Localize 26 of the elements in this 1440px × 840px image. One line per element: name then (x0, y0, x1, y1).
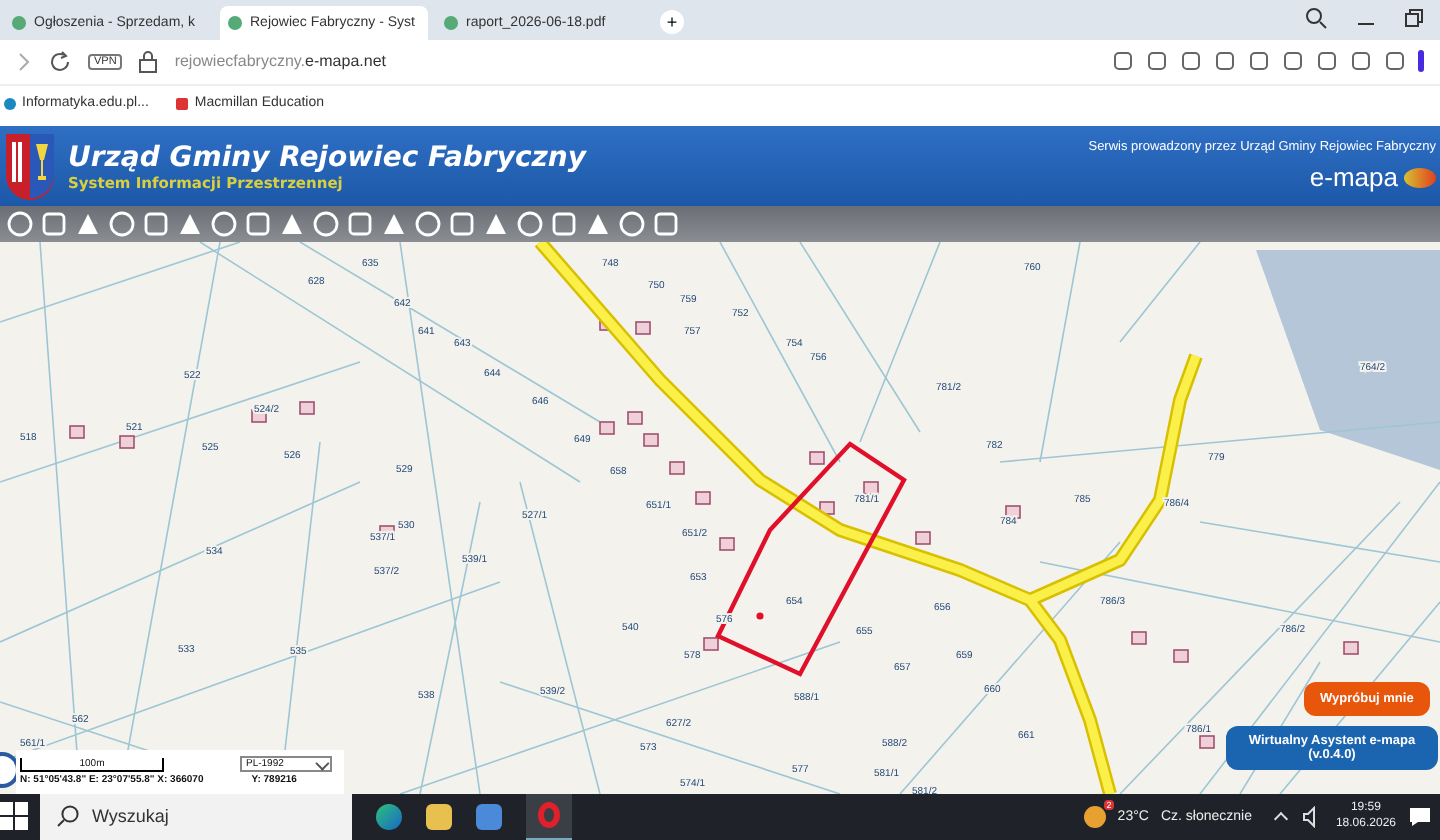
location-marker (756, 612, 764, 620)
store-icon[interactable] (476, 803, 502, 830)
new-tab-button[interactable]: + (660, 9, 684, 34)
site-icon (228, 15, 242, 30)
brand-name: e-mapa (1309, 162, 1398, 193)
browser-app-icon[interactable] (376, 803, 402, 830)
start-icon[interactable] (0, 802, 28, 831)
brand-logo-icon (1404, 167, 1436, 188)
site-title: Urząd Gminy Rejowiec Fabryczny (68, 141, 586, 174)
taskbar-search-field[interactable]: Wyszukaj (40, 793, 352, 840)
site-icon (12, 15, 26, 30)
site-icon (444, 15, 458, 30)
address-field[interactable]: rejowiecfabryczny.e-mapa.net (174, 52, 386, 71)
search-icon (56, 804, 80, 829)
logo-icon (176, 97, 189, 110)
lock-icon[interactable] (138, 49, 159, 74)
folder-icon[interactable] (426, 803, 452, 830)
reload-icon[interactable] (48, 49, 72, 74)
sidebar-indicator (1418, 50, 1424, 73)
selected-parcel-outline[interactable] (715, 441, 907, 677)
coat-of-arms-icon (4, 132, 56, 201)
search-icon[interactable] (1304, 5, 1328, 30)
restore-icon[interactable] (1404, 7, 1424, 28)
taskbar-app-button[interactable] (526, 791, 572, 840)
notifications-icon[interactable] (1408, 805, 1432, 828)
ring-icon (538, 801, 560, 828)
